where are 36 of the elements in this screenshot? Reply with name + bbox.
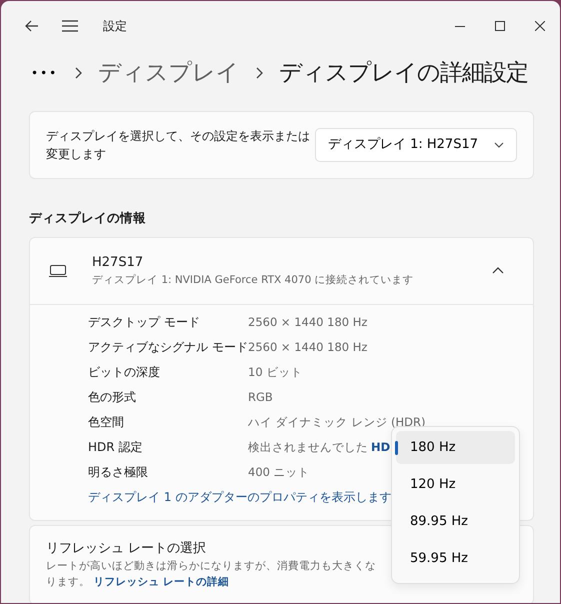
info-label: アクティブなシグナル モード xyxy=(88,339,248,356)
display-subtitle: ディスプレイ 1: NVIDIA GeForce RTX 4070 に接続されています xyxy=(92,272,414,288)
refresh-title: リフレッシュ レートの選択 xyxy=(46,540,206,558)
info-value: ハイ ダイナミック レンジ (HDR) xyxy=(248,414,426,431)
chevron-icon xyxy=(74,67,82,79)
info-value: 10 ビット xyxy=(248,364,302,381)
display-name: H27S17 xyxy=(92,254,144,272)
adapter-properties-link[interactable]: ディスプレイ 1 のアダプターのプロパティを表示します xyxy=(88,488,392,506)
info-value: 2560 × 1440 180 Hz xyxy=(248,314,368,331)
menu-item[interactable]: 89.95 Hz xyxy=(396,505,515,538)
info-value: 2560 × 1440 180 Hz xyxy=(248,338,368,356)
refresh-description: レートが高いほど動きは滑らかになりますが、消費電力も大きくなります。 リフレッシュ レートの詳細 xyxy=(46,558,376,590)
info-link[interactable]: HD xyxy=(371,438,390,456)
page-title: ディスプレイの詳細設定 xyxy=(279,58,528,88)
chevron-icon xyxy=(255,67,264,79)
info-label: デスクトップ モード xyxy=(88,314,201,332)
more-button[interactable]: ••• xyxy=(31,56,58,90)
breadcrumb-link[interactable]: ディスプレイ xyxy=(98,56,240,90)
laptop-icon xyxy=(48,264,68,278)
refresh-details-link[interactable]: リフレッシュ レートの詳細 xyxy=(93,576,229,588)
display-dropdown[interactable]: ディスプレイ 1: H27S17 xyxy=(314,128,517,162)
window-title: 設定 xyxy=(103,18,127,35)
info-label: ビットの深度 xyxy=(88,364,161,382)
menu-item[interactable]: 180 Hz xyxy=(396,431,515,464)
info-label: 明るさ極限 xyxy=(88,464,149,482)
display-select-label: ディスプレイを選択して、その設定を表示または変更します xyxy=(46,128,311,163)
menu-item[interactable]: 120 Hz xyxy=(396,468,515,501)
info-label: 色の形式 xyxy=(88,389,137,406)
chevron-down-icon xyxy=(494,142,504,148)
info-value: RGB xyxy=(248,388,273,406)
info-value: 検出されませんでした xyxy=(248,438,368,456)
info-value: 400 ニット xyxy=(248,464,310,481)
section-heading: ディスプレイの情報 xyxy=(29,209,147,227)
info-label: 色空間 xyxy=(88,414,125,432)
menu-item[interactable]: 59.95 Hz xyxy=(396,542,515,575)
info-label: HDR 認定 xyxy=(88,439,144,456)
